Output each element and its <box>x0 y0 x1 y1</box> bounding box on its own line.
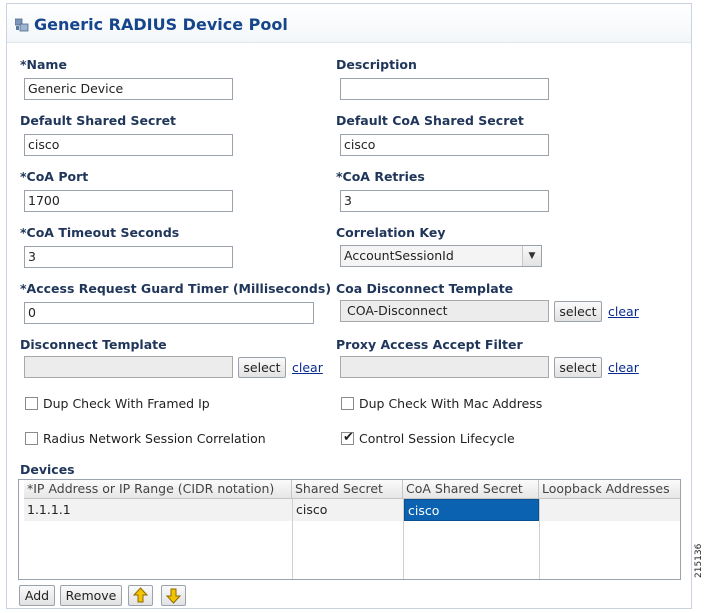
name-input[interactable]: Generic Device <box>24 78 233 100</box>
dup-check-framed-ip-label: Dup Check With Framed Ip <box>43 396 210 411</box>
remove-button[interactable]: Remove <box>60 585 122 606</box>
column-header-shared-secret[interactable]: Shared Secret <box>292 480 403 499</box>
table-cell-ip[interactable]: 1.1.1.1 <box>24 499 292 521</box>
name-label: *Name <box>20 57 67 72</box>
proxy-filter-select-button[interactable]: select <box>554 357 602 378</box>
coa-retries-input[interactable]: 3 <box>340 190 549 212</box>
arrow-up-icon <box>132 587 149 603</box>
radius-network-session-checkbox[interactable] <box>25 432 38 445</box>
radius-network-session-label: Radius Network Session Correlation <box>43 431 266 446</box>
coa-disconnect-select-button[interactable]: select <box>554 301 602 322</box>
table-cell-coa-shared-secret[interactable]: cisco <box>404 499 539 521</box>
devices-label: Devices <box>20 462 75 477</box>
disconnect-template-input[interactable] <box>24 356 233 378</box>
disconnect-template-label: Disconnect Template <box>20 337 167 352</box>
device-pool-icon <box>15 18 29 32</box>
default-shared-secret-input[interactable]: cisco <box>24 134 233 156</box>
coa-disconnect-clear-link[interactable]: clear <box>608 304 639 319</box>
table-cell-loopback[interactable] <box>540 499 680 521</box>
column-header-coa-shared-secret[interactable]: CoA Shared Secret <box>403 480 539 499</box>
move-up-button[interactable] <box>128 585 153 606</box>
page-title: Generic RADIUS Device Pool <box>34 15 288 34</box>
correlation-key-label: Correlation Key <box>336 225 446 240</box>
coa-disconnect-template-label: Coa Disconnect Template <box>336 281 514 296</box>
disconnect-clear-link[interactable]: clear <box>292 360 323 375</box>
add-button[interactable]: Add <box>19 585 55 606</box>
coa-port-label: *CoA Port <box>20 169 89 184</box>
coa-retries-label: *CoA Retries <box>336 169 425 184</box>
dup-check-mac-label: Dup Check With Mac Address <box>359 396 543 411</box>
coa-disconnect-template-input[interactable]: COA-Disconnect <box>340 300 549 322</box>
coa-timeout-label: *CoA Timeout Seconds <box>20 225 180 240</box>
dup-check-framed-ip-checkbox[interactable] <box>25 397 38 410</box>
correlation-key-value: AccountSessionId <box>344 248 454 263</box>
arrow-down-icon <box>165 588 182 604</box>
correlation-key-select[interactable]: AccountSessionId ▼ <box>340 245 542 267</box>
disconnect-select-button[interactable]: select <box>238 357 286 378</box>
control-session-lifecycle-checkbox[interactable]: ✔ <box>341 430 354 445</box>
coa-timeout-input[interactable]: 3 <box>24 246 233 268</box>
description-label: Description <box>336 57 417 72</box>
table-cell-shared-secret[interactable]: cisco <box>293 499 403 521</box>
figure-code: 215136 <box>694 543 704 578</box>
coa-port-input[interactable]: 1700 <box>24 190 233 212</box>
description-input[interactable] <box>340 78 549 100</box>
proxy-filter-clear-link[interactable]: clear <box>608 360 639 375</box>
control-session-lifecycle-label: Control Session Lifecycle <box>359 431 515 446</box>
column-header-ip[interactable]: *IP Address or IP Range (CIDR notation) <box>24 480 292 499</box>
proxy-filter-label: Proxy Access Accept Filter <box>336 337 523 352</box>
proxy-filter-input[interactable] <box>340 356 549 378</box>
guard-timer-label: *Access Request Guard Timer (Millisecond… <box>20 281 332 296</box>
devices-table: *IP Address or IP Range (CIDR notation) … <box>18 479 681 580</box>
default-coa-shared-secret-label: Default CoA Shared Secret <box>336 113 524 128</box>
dup-check-mac-checkbox[interactable] <box>341 397 354 410</box>
checkmark-icon: ✔ <box>343 430 354 445</box>
default-shared-secret-label: Default Shared Secret <box>20 113 177 128</box>
chevron-down-icon[interactable]: ▼ <box>522 246 541 266</box>
move-down-button[interactable] <box>161 585 186 606</box>
default-coa-shared-secret-input[interactable]: cisco <box>340 134 549 156</box>
guard-timer-input[interactable]: 0 <box>24 302 314 324</box>
panel-header: Generic RADIUS Device Pool <box>7 4 691 43</box>
column-header-loopback[interactable]: Loopback Addresses <box>539 480 680 499</box>
